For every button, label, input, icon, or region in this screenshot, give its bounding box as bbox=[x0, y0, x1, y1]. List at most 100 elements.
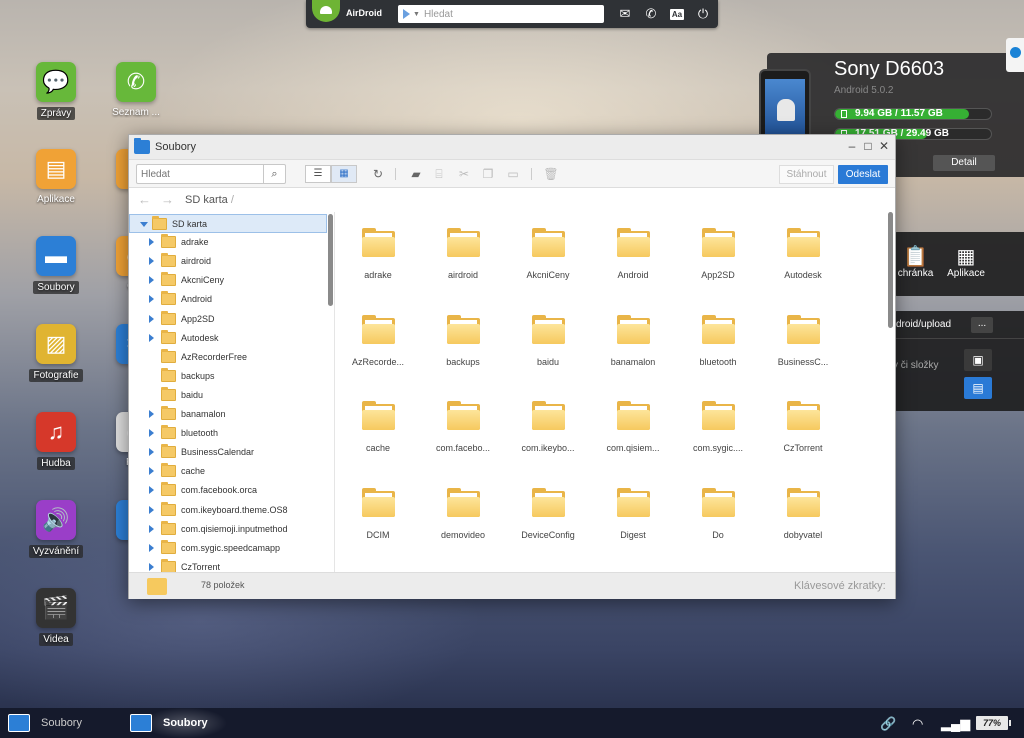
expand-arrow-icon[interactable] bbox=[149, 467, 154, 476]
rename-icon[interactable]: ⌸ bbox=[431, 166, 447, 182]
breadcrumb[interactable]: SD karta / bbox=[185, 194, 234, 206]
phone-icon[interactable]: ✆ bbox=[638, 0, 664, 28]
chevron-down-icon[interactable]: ▼ bbox=[413, 11, 420, 18]
tree-item[interactable]: AkcniCeny bbox=[129, 271, 327, 290]
tree-item[interactable]: CzTorrent bbox=[129, 558, 327, 572]
tree-item[interactable]: adrake bbox=[129, 233, 327, 252]
file-grid-item[interactable]: CzTorrent bbox=[761, 401, 845, 453]
desktop-icon-seznam-[interactable]: ✆ Seznam ... bbox=[96, 62, 176, 118]
shortcuts-link[interactable]: Klávesové zkratky: bbox=[794, 580, 886, 592]
expand-arrow-icon[interactable] bbox=[149, 257, 154, 266]
paste-icon[interactable]: ▭ bbox=[505, 166, 521, 182]
copy-icon[interactable]: ❐ bbox=[480, 166, 496, 182]
tree-scrollbar[interactable] bbox=[328, 214, 333, 306]
link-icon[interactable]: 🔗 bbox=[880, 716, 896, 732]
file-grid-item[interactable]: com.qisiem... bbox=[591, 401, 675, 453]
file-grid-item[interactable]: Android bbox=[591, 228, 675, 280]
search-icon[interactable]: ⌕ bbox=[263, 165, 285, 183]
file-grid-item[interactable]: dobyvatel bbox=[761, 487, 845, 540]
file-grid-item[interactable]: com.facebo... bbox=[421, 401, 505, 453]
file-grid-item[interactable]: cache bbox=[336, 401, 420, 453]
refresh-icon[interactable]: ↻ bbox=[370, 166, 386, 182]
detail-button[interactable]: Detail bbox=[933, 155, 995, 171]
power-icon[interactable]: ⏻ bbox=[690, 0, 716, 28]
desktop-icon-aplikace[interactable]: ▤ Aplikace bbox=[16, 149, 96, 205]
file-grid-item[interactable]: demovideo bbox=[421, 487, 505, 540]
tree-item[interactable]: baidu bbox=[129, 386, 327, 405]
delete-icon[interactable]: 🗑 bbox=[543, 166, 559, 182]
expand-arrow-icon[interactable] bbox=[149, 238, 154, 247]
expand-arrow-icon[interactable] bbox=[149, 486, 154, 495]
top-search[interactable]: ▼ Hledat bbox=[398, 5, 604, 23]
file-grid-item[interactable]: Digest bbox=[591, 487, 675, 540]
clipboard-tool[interactable]: 📋 chránka bbox=[893, 246, 938, 279]
taskbar-item-files[interactable]: Soubory bbox=[8, 708, 118, 738]
file-grid-item[interactable]: bluetooth bbox=[676, 314, 760, 367]
desktop-icon-zprávy[interactable]: 💬 Zprávy bbox=[16, 62, 96, 120]
tree-item[interactable]: AzRecorderFree bbox=[129, 348, 327, 367]
file-grid-item[interactable]: App2SD bbox=[676, 228, 760, 280]
expand-arrow-icon[interactable] bbox=[149, 410, 154, 418]
tree-item[interactable]: Android bbox=[129, 290, 327, 309]
tree-item[interactable]: cache bbox=[129, 462, 327, 481]
tree-item[interactable]: Autodesk bbox=[129, 329, 327, 348]
tree-item[interactable]: com.ikeyboard.theme.OS8 bbox=[129, 501, 327, 520]
file-grid-item[interactable]: adrake bbox=[336, 228, 420, 280]
top-search-input[interactable]: Hledat bbox=[424, 9, 453, 20]
collapse-arrow-icon[interactable] bbox=[140, 222, 148, 227]
grid-scrollbar[interactable] bbox=[888, 212, 893, 328]
minimize-icon[interactable]: – bbox=[845, 139, 859, 153]
file-grid-item[interactable]: DeviceConfig bbox=[506, 487, 590, 540]
expand-arrow-icon[interactable] bbox=[149, 524, 154, 533]
tree-item[interactable]: com.facebook.orca bbox=[129, 481, 327, 500]
file-grid-item[interactable]: backups bbox=[421, 314, 505, 367]
tree-item[interactable]: backups bbox=[129, 367, 327, 386]
taskbar-item-files-active[interactable]: Soubory bbox=[130, 708, 240, 738]
list-view-button[interactable]: ☰ bbox=[305, 165, 331, 183]
send-button[interactable]: Odeslat bbox=[838, 165, 888, 184]
tree-item[interactable]: App2SD bbox=[129, 310, 327, 329]
new-folder-icon[interactable]: ▰ bbox=[408, 166, 424, 182]
expand-arrow-icon[interactable] bbox=[149, 448, 154, 457]
expand-arrow-icon[interactable] bbox=[149, 333, 154, 342]
expand-arrow-icon[interactable] bbox=[149, 314, 154, 323]
file-grid-item[interactable]: airdroid bbox=[421, 228, 505, 280]
desktop-icon-vyzvánění[interactable]: 🔊 Vyzvánění bbox=[16, 500, 96, 558]
window-titlebar[interactable]: Soubory – □ ✕ bbox=[129, 135, 895, 160]
breadcrumb-sd-card[interactable]: SD karta bbox=[185, 194, 228, 206]
tree-item[interactable]: SD karta bbox=[129, 214, 327, 233]
tree-item[interactable]: BusinessCalendar bbox=[129, 443, 327, 462]
desktop-icon-fotografie[interactable]: ▨ Fotografie bbox=[16, 324, 96, 382]
expand-arrow-icon[interactable] bbox=[149, 276, 154, 285]
file-search-input[interactable] bbox=[137, 165, 265, 183]
desktop-icon-soubory[interactable]: ▬ Soubory bbox=[16, 236, 96, 294]
desktop-icon-hudba[interactable]: ♫ Hudba bbox=[16, 412, 96, 470]
apps-tool[interactable]: ▦ Aplikace bbox=[941, 246, 991, 279]
cut-icon[interactable]: ✂ bbox=[456, 166, 472, 182]
file-grid-item[interactable]: AkcniCeny bbox=[506, 228, 590, 280]
text-icon[interactable]: Aa bbox=[664, 0, 690, 28]
file-grid-item[interactable]: baidu bbox=[506, 314, 590, 367]
expand-arrow-icon[interactable] bbox=[149, 562, 154, 571]
tree-item[interactable]: bluetooth bbox=[129, 424, 327, 443]
file-grid-item[interactable]: Autodesk bbox=[761, 228, 845, 280]
tree-item[interactable]: banamalon bbox=[129, 405, 327, 424]
teamviewer-icon[interactable] bbox=[1006, 38, 1024, 72]
more-button[interactable]: ... bbox=[971, 317, 993, 333]
file-grid-item[interactable]: AzRecorde... bbox=[336, 314, 420, 367]
tree-item[interactable]: com.sygic.speedcamapp bbox=[129, 539, 327, 558]
expand-arrow-icon[interactable] bbox=[149, 505, 154, 514]
maximize-icon[interactable]: □ bbox=[861, 139, 875, 153]
back-arrow-icon[interactable]: ← bbox=[138, 192, 151, 207]
file-grid-item[interactable]: com.sygic.... bbox=[676, 401, 760, 453]
expand-arrow-icon[interactable] bbox=[149, 295, 154, 304]
file-grid-item[interactable]: com.ikeybo... bbox=[506, 401, 590, 453]
expand-arrow-icon[interactable] bbox=[149, 429, 154, 438]
close-icon[interactable]: ✕ bbox=[877, 139, 891, 153]
download-button[interactable]: Stáhnout bbox=[779, 165, 834, 184]
file-grid-item[interactable]: DCIM bbox=[336, 487, 420, 540]
desktop-icon-videa[interactable]: 🎬 Videa bbox=[16, 588, 96, 646]
mail-icon[interactable]: ✉ bbox=[612, 0, 638, 28]
upload-folder-button[interactable]: ▣ bbox=[964, 349, 992, 371]
expand-arrow-icon[interactable] bbox=[149, 543, 154, 552]
